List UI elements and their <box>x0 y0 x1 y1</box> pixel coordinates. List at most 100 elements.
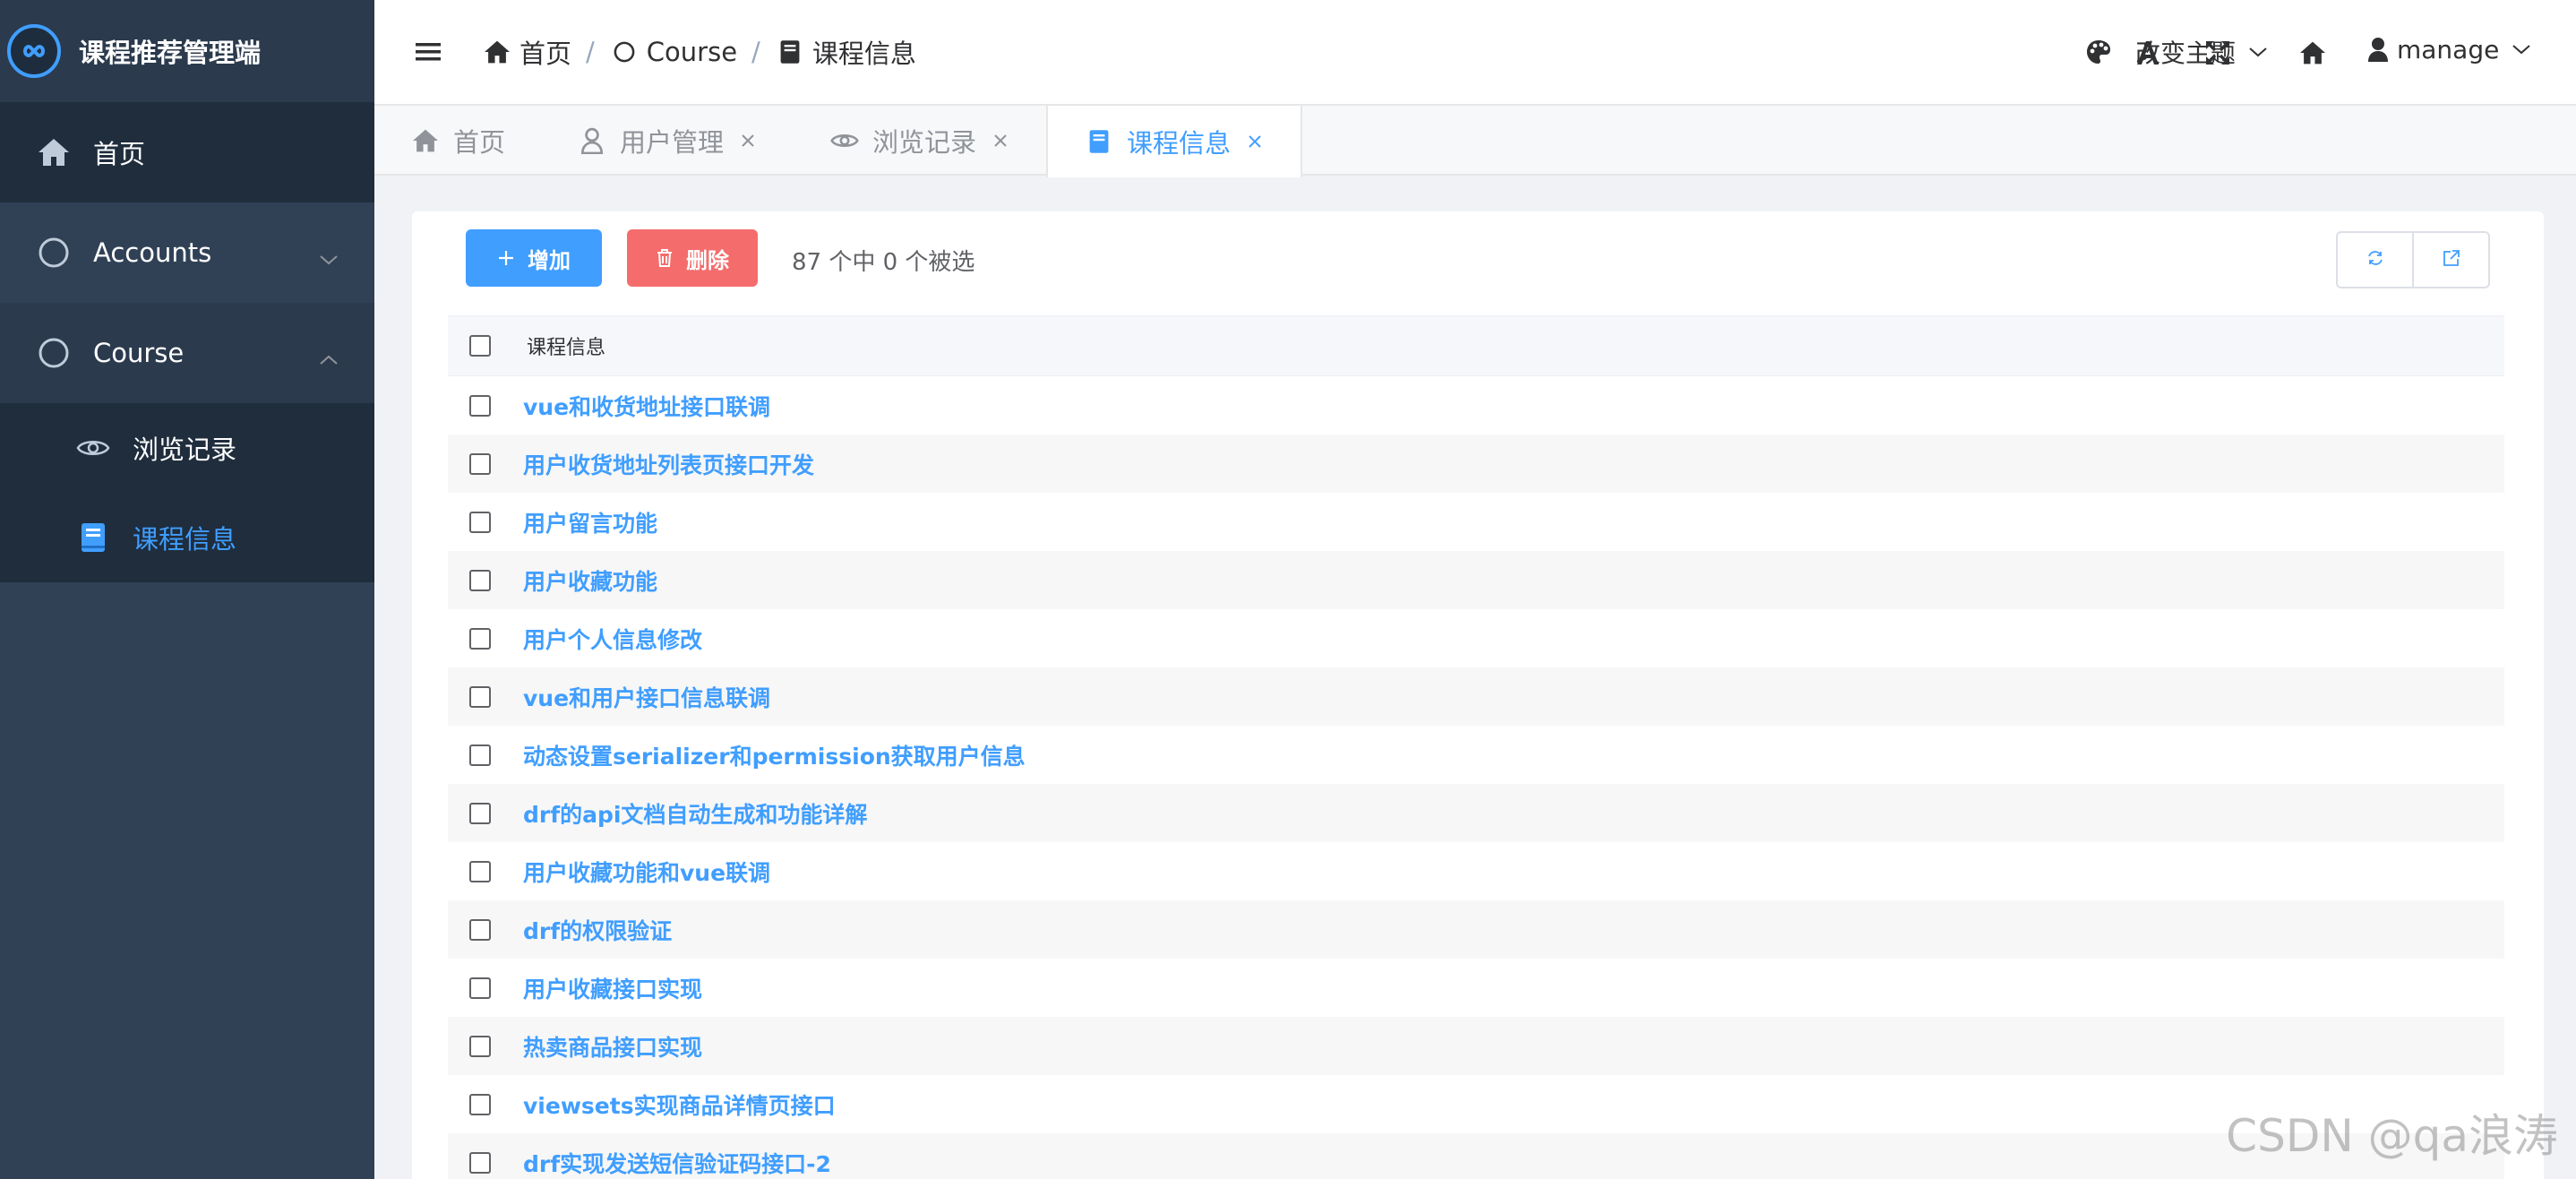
logo-area[interactable]: 课程推荐管理端 <box>0 0 374 102</box>
palette-icon <box>2083 37 2114 67</box>
circle-icon <box>609 37 640 67</box>
row-checkbox[interactable] <box>469 394 491 417</box>
table-row[interactable]: 用户留言功能 <box>448 493 2504 551</box>
add-button[interactable]: 增加 <box>466 229 602 287</box>
breadcrumb: 首页 / Course / 课程信息 <box>482 33 916 71</box>
user-icon <box>2366 34 2390 65</box>
username-label: manage <box>2397 34 2500 65</box>
breadcrumb-separator: / <box>586 37 595 67</box>
course-title-link[interactable]: 动态设置serializer和permission获取用户信息 <box>523 739 1026 771</box>
course-title-link[interactable]: vue和用户接口信息联调 <box>523 681 770 713</box>
breadcrumb-item-course[interactable]: Course <box>609 37 737 67</box>
watermark: CSDN @qa浪涛 <box>2226 1110 2558 1162</box>
breadcrumb-item-home[interactable]: 首页 <box>482 33 571 71</box>
close-icon[interactable] <box>1245 132 1265 151</box>
row-checkbox[interactable] <box>469 802 491 824</box>
hamburger-menu-icon[interactable] <box>414 38 442 66</box>
table-row[interactable]: 热卖商品接口实现 <box>448 1017 2504 1075</box>
row-checkbox[interactable] <box>469 627 491 650</box>
add-button-label: 增加 <box>528 247 571 273</box>
column-header-course-info: 课程信息 <box>527 337 606 359</box>
row-checkbox[interactable] <box>469 1151 491 1174</box>
table-row[interactable]: viewsets实现商品详情页接口 <box>448 1075 2504 1133</box>
table-body: vue和收货地址接口联调用户收货地址列表页接口开发 用户留言功能 用户收藏功能用户个… <box>448 376 2504 1179</box>
course-title-link[interactable]: 用户收藏接口实现 <box>523 972 702 1004</box>
change-theme-label: 改变主题 <box>2135 39 2237 68</box>
course-title-link[interactable]: 用户收货地址列表页接口开发 <box>523 448 814 480</box>
book-icon <box>1084 126 1114 157</box>
home-icon <box>36 134 72 170</box>
tab-label: 首页 <box>453 127 506 158</box>
row-checkbox[interactable] <box>469 1093 491 1115</box>
course-title-link[interactable]: drf的api文档自动生成和功能详解 <box>523 797 867 830</box>
sidebar-item-home[interactable]: 首页 <box>0 102 374 202</box>
content-card: 增加 删除 87 个中 0 个被选 课程信息 vue和收货地址接口联调 用户收货地… <box>412 211 2544 1179</box>
export-button[interactable] <box>2412 233 2488 287</box>
sidebar-item-browse-history[interactable]: 浏览记录 <box>0 403 374 493</box>
app-title: 课程推荐管理端 <box>79 38 262 68</box>
user-icon <box>577 125 607 156</box>
chevron-down-icon <box>2512 43 2531 56</box>
tab-home[interactable]: 首页 <box>374 106 541 176</box>
row-checkbox[interactable] <box>469 569 491 591</box>
course-title-link[interactable]: 用户个人信息修改 <box>523 623 702 655</box>
table-row[interactable]: 用户收藏功能和vue联调 <box>448 842 2504 900</box>
row-checkbox[interactable] <box>469 744 491 766</box>
course-title-link[interactable]: drf的权限验证 <box>523 914 672 946</box>
row-checkbox[interactable] <box>469 977 491 999</box>
tab-user-management[interactable]: 用户管理 <box>541 106 794 176</box>
table-row[interactable]: 用户收货地址列表页接口开发 <box>448 435 2504 493</box>
refresh-button[interactable] <box>2338 233 2412 287</box>
sidebar: 课程推荐管理端 首页 Accounts Course 浏览记录 课程信息 <box>0 0 374 1179</box>
table-row[interactable]: 用户收藏接口实现 <box>448 959 2504 1017</box>
table-row[interactable]: 用户收藏功能 <box>448 551 2504 609</box>
circle-icon <box>36 335 72 371</box>
course-title-link[interactable]: viewsets实现商品详情页接口 <box>523 1089 836 1121</box>
row-checkbox[interactable] <box>469 1035 491 1057</box>
refresh-icon <box>2366 249 2384 271</box>
row-checkbox[interactable] <box>469 685 491 708</box>
course-title-link[interactable]: vue和收货地址接口联调 <box>523 390 770 422</box>
table-row[interactable]: 用户个人信息修改 <box>448 609 2504 667</box>
sidebar-item-label: Course <box>93 338 185 368</box>
table-row[interactable]: drf的权限验证 <box>448 900 2504 959</box>
table-row[interactable]: drf的api文档自动生成和功能详解 <box>448 784 2504 842</box>
user-dropdown[interactable]: manage <box>2366 34 2531 65</box>
delete-button[interactable]: 删除 <box>627 229 758 287</box>
tab-label: 用户管理 <box>620 127 725 158</box>
tab-browse-history[interactable]: 浏览记录 <box>794 106 1046 176</box>
chevron-up-icon <box>319 342 339 373</box>
tab-course-info[interactable]: 课程信息 <box>1046 106 1303 177</box>
table-row[interactable]: drf实现发送短信验证码接口-2 <box>448 1133 2504 1179</box>
course-title-link[interactable]: 用户留言功能 <box>523 506 657 538</box>
course-title-link[interactable]: 用户收藏功能和vue联调 <box>523 856 770 888</box>
table-row[interactable]: 动态设置serializer和permission获取用户信息 <box>448 726 2504 784</box>
sidebar-item-label: 课程信息 <box>133 524 237 555</box>
select-all-checkbox[interactable] <box>469 335 491 357</box>
book-icon <box>775 37 805 67</box>
row-checkbox[interactable] <box>469 452 491 475</box>
chevron-down-icon <box>319 242 339 272</box>
table-row[interactable]: vue和用户接口信息联调 <box>448 667 2504 726</box>
table-row[interactable]: vue和收货地址接口联调 <box>448 376 2504 435</box>
change-theme-dropdown[interactable]: 改变主题 <box>2083 34 2268 70</box>
sidebar-item-course-info[interactable]: 课程信息 <box>0 493 374 582</box>
course-submenu: 浏览记录 课程信息 <box>0 403 374 582</box>
row-checkbox[interactable] <box>469 860 491 882</box>
chevron-down-icon <box>2248 46 2268 58</box>
home-icon[interactable] <box>2295 35 2331 71</box>
table-tools <box>2336 231 2490 288</box>
row-checkbox[interactable] <box>469 511 491 533</box>
close-icon[interactable] <box>738 131 758 151</box>
sidebar-item-course[interactable]: Course <box>0 303 374 403</box>
close-icon[interactable] <box>991 131 1010 151</box>
course-title-link[interactable]: drf实现发送短信验证码接口-2 <box>523 1147 831 1179</box>
row-checkbox[interactable] <box>469 918 491 941</box>
course-title-link[interactable]: 热卖商品接口实现 <box>523 1030 702 1063</box>
course-title-link[interactable]: 用户收藏功能 <box>523 564 657 597</box>
tags-view: 首页 用户管理 浏览记录 课程信息 <box>374 106 2576 177</box>
infinity-logo-icon <box>7 24 61 78</box>
sidebar-item-accounts[interactable]: Accounts <box>0 202 374 303</box>
circle-icon <box>36 235 72 271</box>
sidebar-item-label: 浏览记录 <box>133 435 237 465</box>
